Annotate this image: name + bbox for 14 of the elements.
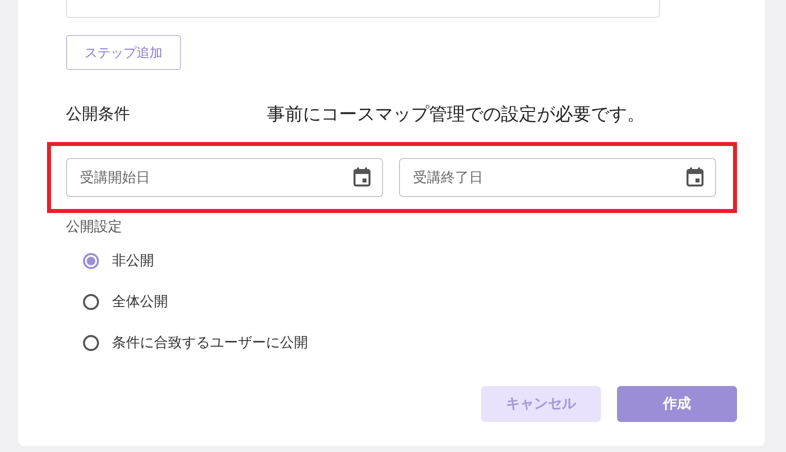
field-label: 公開設定	[66, 218, 123, 236]
date-field[interactable]: 受講終了日	[399, 158, 716, 197]
calendar-icon[interactable]	[353, 167, 371, 187]
section-label: 公開条件	[66, 104, 131, 124]
add-step-button[interactable]: ステップ追加	[66, 35, 181, 70]
radio-button[interactable]	[83, 253, 99, 269]
radio-label[interactable]: 非公開	[112, 252, 154, 270]
radio-label[interactable]: 条件に合致するユーザーに公開	[112, 334, 308, 352]
calendar-icon[interactable]	[686, 167, 704, 187]
date-field[interactable]: 受講開始日	[66, 158, 383, 197]
radio-label[interactable]: 全体公開	[112, 293, 168, 311]
notice-text: 事前にコースマップ管理での設定が必要です。	[267, 103, 645, 126]
radio-button[interactable]	[83, 335, 99, 351]
radio-button[interactable]	[83, 294, 99, 310]
